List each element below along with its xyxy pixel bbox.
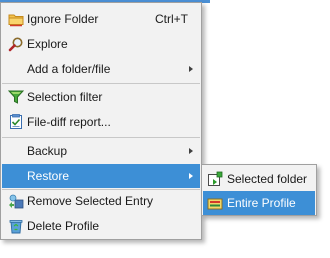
menu-item-label: File-diff report...	[27, 115, 111, 129]
restore-submenu: Selected folder Entire Profile	[201, 164, 317, 216]
menu-item-selection-filter[interactable]: Selection filter	[2, 85, 200, 109]
menu-item-label: Add a folder/file	[27, 62, 111, 76]
menu-item-label: Selection filter	[27, 90, 103, 104]
menu-item-file-diff-report[interactable]: File-diff report...	[2, 110, 200, 134]
remove-entry-icon	[8, 193, 24, 209]
menu-item-label: Explore	[27, 37, 68, 51]
menu-item-label: Backup	[27, 144, 68, 158]
restore-profile-icon	[207, 195, 223, 211]
menu-item-label: Restore	[27, 169, 70, 183]
submenu-item-selected-folder[interactable]: Selected folder	[203, 167, 315, 191]
menu-item-ignore-folder[interactable]: Ignore Folder Ctrl+T	[2, 7, 200, 31]
menu-item-restore[interactable]: Restore	[2, 164, 200, 188]
filter-icon	[8, 89, 24, 105]
menu-item-delete-profile[interactable]: Delete Profile	[2, 214, 200, 238]
menu-item-label: Delete Profile	[27, 219, 100, 233]
menu-item-shortcut: Ctrl+T	[155, 12, 188, 26]
screenshot-stage: Ignore Folder Ctrl+T Explore Add a folde…	[0, 0, 330, 258]
submenu-item-label: Selected folder	[227, 172, 308, 186]
submenu-arrow-icon	[189, 148, 193, 154]
folder-icon	[8, 11, 24, 27]
magnifier-icon	[8, 36, 24, 52]
menu-separator	[2, 83, 200, 84]
restore-folder-icon	[207, 171, 223, 187]
submenu-arrow-icon	[189, 66, 193, 72]
menu-item-remove-selected-entry[interactable]: Remove Selected Entry	[2, 189, 200, 213]
recycle-bin-icon	[8, 218, 24, 234]
submenu-arrow-icon	[189, 173, 193, 179]
menu-item-add-folder-file[interactable]: Add a folder/file	[2, 57, 200, 81]
context-menu: Ignore Folder Ctrl+T Explore Add a folde…	[0, 2, 202, 240]
submenu-item-entire-profile[interactable]: Entire Profile	[203, 191, 315, 215]
report-icon	[8, 114, 24, 130]
menu-item-explore[interactable]: Explore	[2, 32, 200, 56]
menu-item-label: Remove Selected Entry	[27, 194, 154, 208]
menu-item-backup[interactable]: Backup	[2, 139, 200, 163]
submenu-item-label: Entire Profile	[227, 196, 296, 210]
menu-item-label: Ignore Folder	[27, 12, 99, 26]
menu-separator	[2, 137, 200, 138]
background-window-text	[2, 247, 122, 258]
